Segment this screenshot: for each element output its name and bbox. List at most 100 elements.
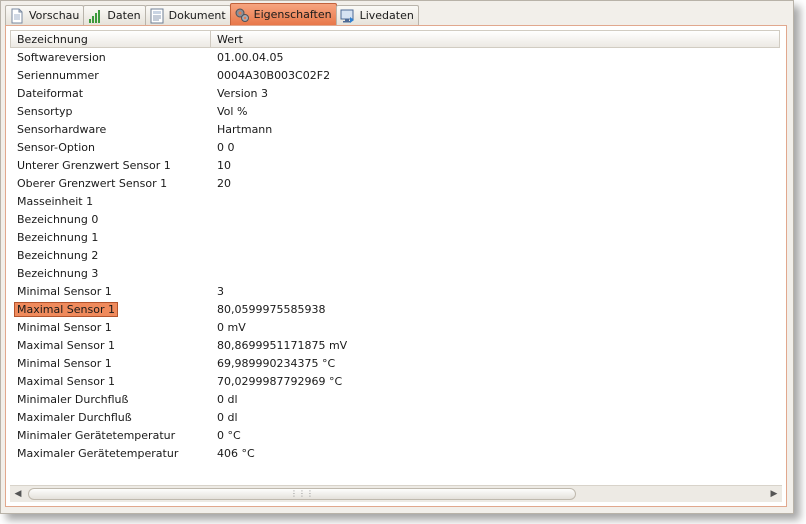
table-row[interactable]: Minimal Sensor 1 0 mV [10,318,780,336]
property-name-text: Maximal Sensor 1 [14,301,119,317]
property-name-text: Minimal Sensor 1 [17,356,112,370]
property-name: Dateiformat [10,87,210,100]
tab-livedaten[interactable]: Livedaten [335,5,419,25]
property-value: 20 [217,176,231,190]
table-row[interactable]: Minimal Sensor 1 69,989990234375 °C [10,354,780,372]
table-row[interactable]: Unterer Grenzwert Sensor 1 10 [10,156,780,174]
scroll-right-arrow-icon[interactable]: ▶ [766,486,782,502]
scroll-left-arrow-icon[interactable]: ◀ [10,486,26,502]
property-name: Maximal Sensor 1 [10,339,210,352]
table-row[interactable]: Bezeichnung 2 [10,246,780,264]
property-name: Softwareversion [10,51,210,64]
tab-eigenschaften-label: Eigenschaften [253,8,332,21]
property-value: Vol % [217,104,248,118]
property-name: Masseinheit 1 [10,195,210,208]
property-value: 70,0299987792969 °C [217,374,343,388]
property-name-text: Maximal Sensor 1 [17,338,116,352]
property-name: Sensor-Option [10,141,210,154]
property-name: Bezeichnung 2 [10,249,210,262]
property-value: 406 °C [217,446,255,460]
table-row[interactable]: Softwareversion 01.00.04.05 [10,48,780,66]
property-name-text: Minimal Sensor 1 [17,320,112,334]
property-name: Oberer Grenzwert Sensor 1 [10,177,210,190]
property-name-text: Sensortyp [17,104,73,118]
properties-window: Vorschau Daten Dokument Eigenschaften Li… [0,0,794,514]
property-value: 80,8699951171875 mV [217,338,348,352]
property-value: 69,989990234375 °C [217,356,336,370]
monitor-icon [340,8,356,24]
property-value: 10 [217,158,231,172]
property-name-text: Maximaler Gerätetemperatur [17,446,179,460]
property-name: Sensortyp [10,105,210,118]
document-icon [9,8,25,24]
property-value: 0 °C [217,428,241,442]
tab-daten-label: Daten [107,9,141,22]
property-name: Unterer Grenzwert Sensor 1 [10,159,210,172]
property-name-text: Minimaler Gerätetemperatur [17,428,176,442]
table-row[interactable]: Bezeichnung 3 [10,264,780,282]
scroll-thumb[interactable]: ⋮⋮⋮ [28,488,576,500]
table-row[interactable]: Minimaler Gerätetemperatur 0 °C [10,426,780,444]
property-name: Maximaler Gerätetemperatur [10,447,210,460]
property-value: Version 3 [217,86,268,100]
property-value: 3 [217,284,224,298]
column-header-bezeichnung[interactable]: Bezeichnung [11,31,211,47]
table-row[interactable]: Sensor-Option 0 0 [10,138,780,156]
property-name: Sensorhardware [10,123,210,136]
property-name: Maximal Sensor 1 [10,301,210,317]
form-icon [149,8,165,24]
bar-chart-icon [87,8,103,24]
property-name: Bezeichnung 3 [10,267,210,280]
table-row[interactable]: Maximal Sensor 1 80,8699951171875 mV [10,336,780,354]
tab-daten[interactable]: Daten [83,5,146,25]
tab-bar: Vorschau Daten Dokument Eigenschaften Li… [5,3,789,25]
tab-dokument[interactable]: Dokument [144,5,231,25]
table-row[interactable]: Sensorhardware Hartmann [10,120,780,138]
property-value: Hartmann [217,122,273,136]
property-name-text: Masseinheit 1 [17,194,94,208]
property-name: Minimal Sensor 1 [10,357,210,370]
property-name: Minimal Sensor 1 [10,321,210,334]
property-name-text: Minimaler Durchfluß [17,392,129,406]
property-name-text: Bezeichnung 3 [17,266,99,280]
table-row[interactable]: Sensortyp Vol % [10,102,780,120]
table-row[interactable]: Maximal Sensor 1 80,0599975585938 [10,300,780,318]
table-header: Bezeichnung Wert [10,30,780,48]
table-row[interactable]: Bezeichnung 0 [10,210,780,228]
property-value: 01.00.04.05 [217,50,284,64]
property-name: Maximal Sensor 1 [10,375,210,388]
property-name: Bezeichnung 1 [10,231,210,244]
property-name: Minimal Sensor 1 [10,285,210,298]
table-body: Softwareversion 01.00.04.05 Seriennummer 00… [10,48,780,462]
property-value: 0 dl [217,410,238,424]
property-name: Bezeichnung 0 [10,213,210,226]
property-name-text: Bezeichnung 2 [17,248,99,262]
property-name-text: Softwareversion [17,50,106,64]
tab-eigenschaften[interactable]: Eigenschaften [229,3,337,25]
property-name: Minimaler Gerätetemperatur [10,429,210,442]
table-row[interactable]: Maximal Sensor 1 70,0299987792969 °C [10,372,780,390]
property-name: Minimaler Durchfluß [10,393,210,406]
property-value: 0004A30B003C02F2 [217,68,331,82]
property-name-text: Bezeichnung 0 [17,212,99,226]
table-row[interactable]: Minimaler Durchfluß 0 dl [10,390,780,408]
property-value: 0 dl [217,392,238,406]
property-name-text: Maximal Sensor 1 [17,374,116,388]
horizontal-scrollbar[interactable]: ◀ ⋮⋮⋮ ▶ [10,485,782,502]
table-row[interactable]: Seriennummer 0004A30B003C02F2 [10,66,780,84]
table-row[interactable]: Dateiformat Version 3 [10,84,780,102]
table-row[interactable]: Bezeichnung 1 [10,228,780,246]
table-row[interactable]: Maximaler Gerätetemperatur 406 °C [10,444,780,462]
table-row[interactable]: Minimal Sensor 1 3 [10,282,780,300]
tab-vorschau[interactable]: Vorschau [5,5,85,25]
table-row[interactable]: Masseinheit 1 [10,192,780,210]
column-header-wert[interactable]: Wert [211,31,779,47]
table-row[interactable]: Oberer Grenzwert Sensor 1 20 [10,174,780,192]
property-name-text: Oberer Grenzwert Sensor 1 [17,176,168,190]
property-name-text: Seriennummer [17,68,99,82]
property-name-text: Sensorhardware [17,122,107,136]
property-name-text: Bezeichnung 1 [17,230,99,244]
gears-icon [234,7,250,23]
properties-panel: Bezeichnung Wert Softwareversion 01.00.04… [5,25,787,507]
table-row[interactable]: Maximaler Durchfluß 0 dl [10,408,780,426]
